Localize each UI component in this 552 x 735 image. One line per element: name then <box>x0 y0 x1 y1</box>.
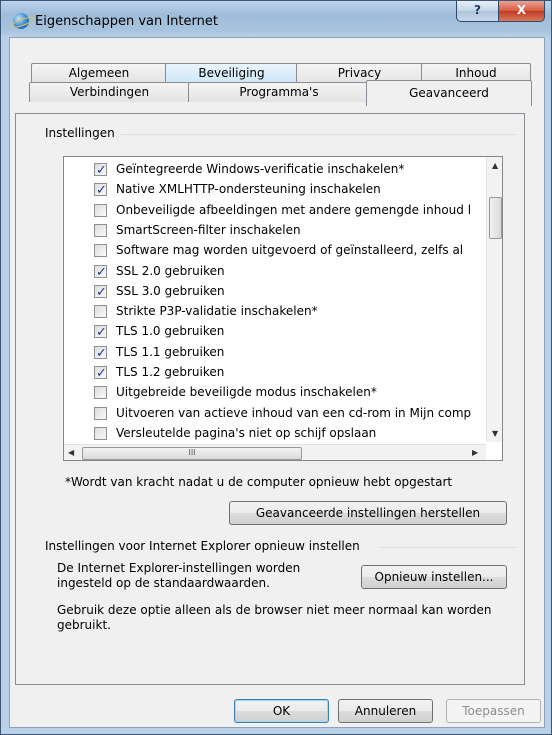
setting-label: SSL 2.0 gebruiken <box>116 263 225 278</box>
setting-label: Onbeveiligde afbeeldingen met andere gem… <box>116 202 472 217</box>
help-icon: ? <box>474 3 481 17</box>
tab-label: Verbindingen <box>69 85 150 99</box>
setting-checkbox[interactable] <box>94 343 107 364</box>
setting-checkbox[interactable] <box>94 426 107 440</box>
cancel-button[interactable]: Annuleren <box>338 699 433 723</box>
tab-label: Beveiliging <box>198 66 265 80</box>
vertical-scrollbar[interactable]: ▲ ▼ <box>486 157 502 442</box>
setting-label: Uitgebreide beveiligde modus inschakelen… <box>116 385 377 400</box>
settings-group-label: Instellingen <box>45 126 121 140</box>
help-button[interactable]: ? <box>456 1 499 22</box>
reset-button[interactable]: Opnieuw instellen... <box>361 565 507 589</box>
tab-label: Geavanceerd <box>409 86 489 100</box>
setting-label: SSL 3.0 gebruiken <box>116 283 225 298</box>
setting-label: Native XMLHTTP-ondersteuning inschakelen <box>116 182 381 197</box>
button-label: OK <box>272 704 291 718</box>
group-divider <box>121 134 517 135</box>
scroll-left-icon[interactable]: ◀ <box>68 448 74 457</box>
setting-label: TLS 1.1 gebruiken <box>116 344 225 359</box>
close-icon: X <box>516 3 527 17</box>
horizontal-scroll-thumb[interactable]: III <box>82 447 302 460</box>
tab-algemeen[interactable]: Algemeen <box>31 63 167 83</box>
tab-verbindingen[interactable]: Verbindingen <box>29 82 190 102</box>
setting-label: Strikte P3P-validatie inschakelen* <box>116 304 318 319</box>
setting-checkbox[interactable] <box>94 406 107 420</box>
tab-programmas[interactable]: Programma's <box>188 82 370 102</box>
setting-checkbox[interactable] <box>94 363 107 384</box>
reset-description: De Internet Explorer-instellingen worden… <box>57 561 301 590</box>
scroll-grip: III <box>188 448 196 457</box>
tab-beveiliging[interactable]: Beveiliging <box>165 63 298 83</box>
scroll-up-icon[interactable]: ▲ <box>492 161 498 170</box>
window-title: Eigenschappen van Internet <box>35 14 218 29</box>
button-label: Opnieuw instellen... <box>374 570 494 584</box>
setting-checkbox[interactable] <box>94 160 107 181</box>
tab-label: Programma's <box>239 85 319 99</box>
title-bar[interactable]: Eigenschappen van Internet ? X <box>1 1 551 37</box>
setting-label: TLS 1.2 gebruiken <box>116 365 225 379</box>
scroll-right-icon[interactable]: ▶ <box>472 448 478 457</box>
reset-note: Gebruik deze optie alleen als de browser… <box>57 603 492 632</box>
setting-label: Uitvoeren van actieve inhoud van een cd-… <box>116 405 472 420</box>
reset-group-label: Instellingen voor Internet Explorer opni… <box>45 539 366 553</box>
setting-label: TLS 1.0 gebruiken <box>116 324 225 339</box>
setting-label: SmartScreen-filter inschakelen <box>116 222 301 237</box>
setting-checkbox[interactable] <box>94 203 107 217</box>
restore-advanced-button[interactable]: Geavanceerde instellingen herstellen <box>229 501 507 525</box>
setting-checkbox[interactable] <box>94 180 107 201</box>
scroll-down-icon[interactable]: ▼ <box>492 429 498 438</box>
restart-note: *Wordt van kracht nadat u de computer op… <box>65 475 453 489</box>
button-label: Toepassen <box>462 704 525 718</box>
dialog-window: Eigenschappen van Internet ? X Algemeen … <box>0 0 552 735</box>
vertical-scroll-thumb[interactable] <box>489 197 502 239</box>
group-divider <box>379 547 517 548</box>
setting-checkbox[interactable] <box>94 322 107 343</box>
settings-list[interactable]: Geïntegreerde Windows-verificatie inscha… <box>63 156 503 461</box>
apply-button[interactable]: Toepassen <box>446 699 541 723</box>
ok-button[interactable]: OK <box>234 699 329 723</box>
button-label: Geavanceerde instellingen herstellen <box>255 506 481 520</box>
tab-label: Privacy <box>337 66 382 80</box>
setting-checkbox[interactable] <box>94 262 107 283</box>
tab-geavanceerd[interactable]: Geavanceerd <box>366 80 532 106</box>
close-button[interactable]: X <box>498 1 545 22</box>
tab-label: Algemeen <box>68 66 130 80</box>
setting-label: Geïntegreerde Windows-verificatie inscha… <box>116 162 405 176</box>
setting-checkbox[interactable] <box>94 282 107 303</box>
setting-label: Software mag worden uitgevoerd of geïnst… <box>116 243 464 258</box>
tab-label: Inhoud <box>455 66 497 80</box>
setting-checkbox[interactable] <box>94 305 107 319</box>
setting-label: Versleutelde pagina's niet op schijf ops… <box>116 425 377 440</box>
button-label: Annuleren <box>354 704 417 718</box>
horizontal-scrollbar[interactable]: ◀ III ▶ <box>64 444 486 460</box>
setting-checkbox[interactable] <box>94 244 107 258</box>
setting-checkbox[interactable] <box>94 386 107 400</box>
internet-explorer-icon <box>13 13 29 29</box>
setting-checkbox[interactable] <box>94 223 107 237</box>
